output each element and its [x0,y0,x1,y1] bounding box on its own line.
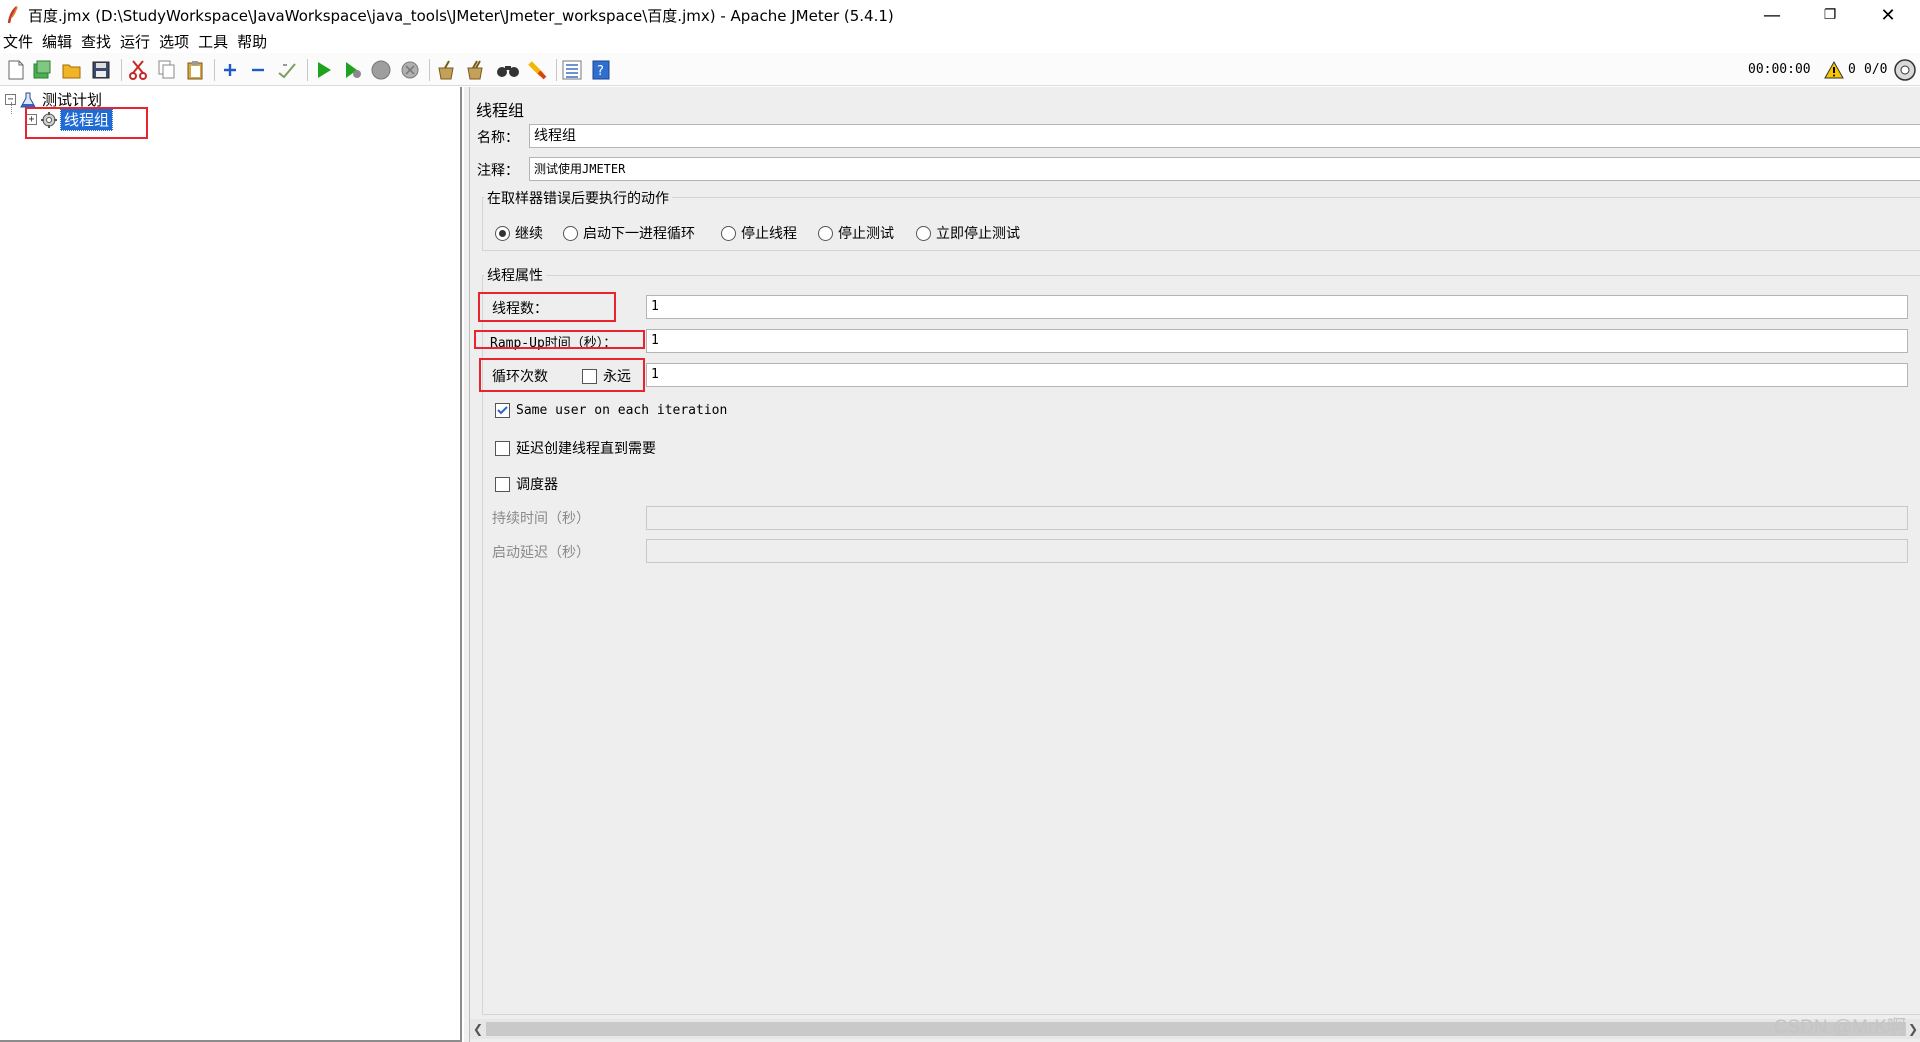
highlight-box [25,107,148,139]
radio-unselected-icon [563,225,578,241]
clear-all-icon[interactable] [463,58,487,82]
close-button[interactable]: ✕ [1860,0,1916,30]
paste-icon[interactable] [183,58,207,82]
radio-selected-icon [495,225,510,241]
start-icon[interactable] [312,58,336,82]
templates-icon[interactable] [30,58,54,82]
minimize-button[interactable]: — [1744,0,1800,30]
radio-unselected-icon [916,225,931,241]
radio-label: 立即停止测试 [936,226,1020,242]
expand-icon[interactable] [218,58,242,82]
help-icon[interactable]: ? [589,58,613,82]
delay-create-checkbox[interactable]: 延迟创建线程直到需要 [495,438,656,458]
duration-field [646,506,1908,530]
watermark: CSDN @MrK啊 [1773,1017,1906,1038]
menu-file[interactable]: 文件 [3,31,33,52]
window-title: 百度.jmx (D:\StudyWorkspace\JavaWorkspace\… [28,6,894,25]
panel-title: 线程组 [476,101,525,120]
scheduler-checkbox[interactable]: 调度器 [495,474,558,494]
startup-delay-field [646,539,1908,563]
menu-bar: 文件 编辑 查找 运行 选项 工具 帮助 [0,30,1920,52]
test-plan-tree[interactable]: − 测试计划 + 线程组 [0,87,462,1042]
error-action-group [482,197,1920,251]
svg-text:?: ? [597,64,604,79]
scroll-right-icon[interactable]: ❯ [1905,1019,1920,1039]
menu-run[interactable]: 运行 [120,31,150,52]
radio-label: 停止线程 [741,226,797,242]
new-icon[interactable] [4,58,28,82]
duration-label: 持续时间（秒） [492,511,590,527]
thread-group-panel: 线程组 名称： 线程组 注释： 测试使用JMETER 在取样器错误后要执行的动作… [469,87,1920,1042]
radio-continue[interactable]: 继续 [495,223,543,243]
radio-start-next-loop[interactable]: 启动下一进程循环 [563,223,695,243]
start-no-pause-icon[interactable] [341,58,365,82]
checkbox-label: 延迟创建线程直到需要 [516,441,656,457]
restore-button[interactable]: ❐ [1802,0,1858,30]
comment-field[interactable]: 测试使用JMETER [529,157,1920,181]
test-plan-icon [20,92,36,107]
checkbox-unchecked-icon [495,440,510,456]
open-icon[interactable] [60,58,84,82]
warning-icon [1824,60,1844,78]
save-icon[interactable] [89,58,113,82]
title-bar: 百度.jmx (D:\StudyWorkspace\JavaWorkspace\… [0,0,1920,30]
highlight-box [479,358,645,392]
collapse-icon[interactable] [246,58,270,82]
clear-icon[interactable] [434,58,458,82]
search-icon[interactable] [496,58,520,82]
warning-count: 0 [1848,62,1856,77]
checkbox-label: 调度器 [516,477,558,493]
radio-stop-test-now[interactable]: 立即停止测试 [916,223,1020,243]
radio-unselected-icon [721,225,736,241]
jmeter-feather-icon [7,6,18,24]
same-user-checkbox[interactable]: Same user on each iteration [495,403,727,418]
radio-label: 启动下一进程循环 [583,226,695,242]
toolbar: ? 00:00:00 0 0/0 [0,53,1920,86]
loop-count-field[interactable]: 1 [646,363,1908,387]
copy-icon[interactable] [155,58,179,82]
elapsed-time: 00:00:00 [1748,62,1811,77]
highlight-box [474,330,645,349]
remote-status-icon [1894,53,1916,86]
checkbox-unchecked-icon [495,476,510,492]
checkbox-checked-icon [495,403,510,418]
error-action-legend: 在取样器错误后要执行的动作 [484,188,672,208]
highlight-box [478,292,616,322]
name-label: 名称： [477,130,519,146]
comment-label: 注释： [477,163,519,179]
menu-search[interactable]: 查找 [81,31,111,52]
scrollbar-thumb[interactable] [486,1022,1906,1036]
menu-help[interactable]: 帮助 [237,31,267,52]
checkbox-label: Same user on each iteration [516,403,728,418]
horizontal-scrollbar[interactable]: ❮ ❯ [470,1019,1920,1039]
radio-stop-thread[interactable]: 停止线程 [721,223,797,243]
thread-properties-legend: 线程属性 [484,265,546,285]
radio-label: 继续 [515,226,543,242]
radio-label: 停止测试 [838,226,894,242]
threads-field[interactable]: 1 [646,295,1908,319]
reset-search-icon[interactable] [525,58,549,82]
menu-tools[interactable]: 工具 [198,31,228,52]
radio-stop-test[interactable]: 停止测试 [818,223,894,243]
function-helper-icon[interactable] [560,58,584,82]
rampup-field[interactable]: 1 [646,329,1908,353]
thread-count: 0/0 [1864,62,1888,77]
scroll-left-icon[interactable]: ❮ [470,1019,486,1039]
name-field[interactable]: 线程组 [529,124,1920,148]
startup-delay-label: 启动延迟（秒） [492,545,590,561]
toggle-icon[interactable] [275,58,299,82]
menu-options[interactable]: 选项 [159,31,189,52]
warning-indicator[interactable]: 0 [1824,53,1856,86]
radio-unselected-icon [818,225,833,241]
cut-icon[interactable] [126,58,150,82]
shutdown-icon[interactable] [398,58,422,82]
menu-edit[interactable]: 编辑 [42,31,72,52]
stop-icon[interactable] [369,58,393,82]
